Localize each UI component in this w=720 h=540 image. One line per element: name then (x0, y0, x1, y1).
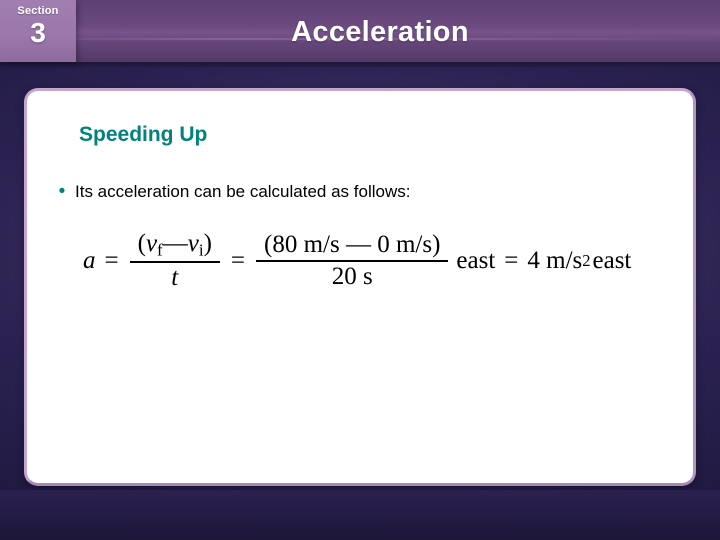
bullet-list-item: • Its acceleration can be calculated as … (49, 181, 411, 202)
fraction-2-numerator: (80 m/s — 0 m/s) (264, 230, 441, 258)
equation-equals-3: = (504, 247, 519, 275)
equation-result-exponent: 2 (582, 251, 591, 271)
equation-direction-2: east (592, 247, 632, 275)
header-underline (0, 62, 720, 67)
equation-fraction-2: (80 m/s — 0 m/s) 20 s (256, 230, 449, 291)
section-label: Section (17, 5, 59, 17)
equation-equals-1: = (104, 247, 119, 275)
bullet-text: Its acceleration can be calculated as fo… (75, 182, 411, 201)
subheading: Speeding Up (79, 123, 208, 146)
minus-sign: — (162, 230, 188, 257)
fraction-2-denominator: 20 s (331, 263, 373, 291)
equation-direction-1: east (456, 247, 496, 275)
v-final: v (145, 230, 158, 257)
equation-result-value: 4 m/s (527, 247, 583, 275)
equation-lhs: a (83, 247, 96, 275)
bottom-toolbar: ? CHAPTER RESOURCES EXIT (0, 490, 720, 540)
bullet-marker-icon: • (58, 181, 66, 202)
section-number: 3 (30, 17, 46, 48)
paren-open: ( (137, 230, 146, 257)
v-initial: v (187, 230, 199, 257)
equation: a = (vf—vi) t = (80 m/s — 0 m/s) 20 s ea… (83, 230, 633, 292)
section-badge: Section 3 (0, 0, 76, 62)
paren-close: ) (203, 230, 212, 257)
fraction-1-denominator: t (171, 264, 179, 292)
page-title: Acceleration (291, 16, 469, 48)
equation-equals-2: = (230, 247, 245, 275)
equation-fraction-1: (vf—vi) t (129, 230, 220, 292)
slide: Section 3 Acceleration Speeding Up • Its… (0, 0, 720, 540)
content-panel: Speeding Up • Its acceleration can be ca… (24, 88, 696, 486)
fraction-1-numerator: (vf—vi) (130, 230, 220, 261)
